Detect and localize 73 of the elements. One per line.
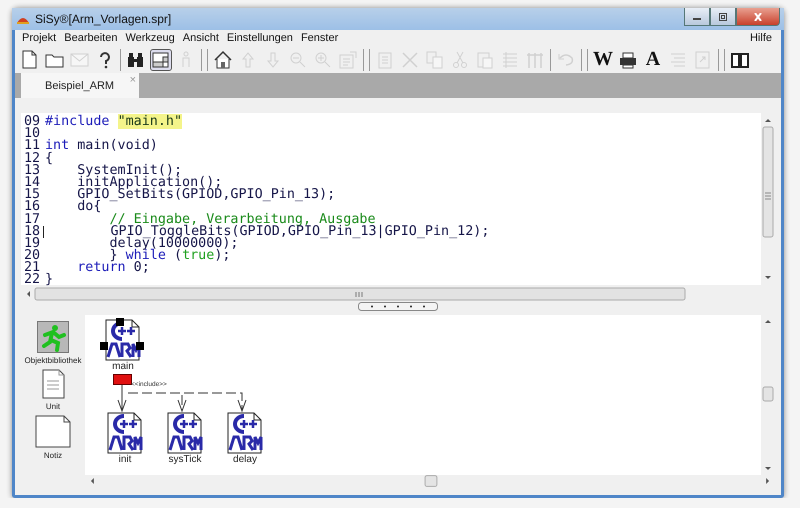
port-marker[interactable] (113, 374, 132, 385)
toolbar-button[interactable] (150, 48, 172, 70)
line-number: 14 (23, 176, 42, 190)
code-line: SystemInit(); (76, 164, 182, 177)
cpp-file-icon[interactable] (227, 412, 263, 454)
menu-item[interactable]: Projekt (19, 32, 62, 44)
window-title: SiSy®[Arm_Vorlagen.spr] (35, 12, 172, 26)
maximize-button[interactable] (710, 8, 736, 26)
toolbar-button[interactable] (212, 48, 234, 70)
printer-icon (618, 50, 638, 70)
menu-item[interactable]: Bearbeiten (61, 32, 122, 44)
toolbar-button[interactable]: A (642, 48, 664, 70)
menu-item[interactable]: Fenster (298, 32, 344, 44)
code-line: GPIO_ToggleBits(GPIOD,GPIO_Pin_13|GPIO_Pin_12); (109, 226, 490, 238)
house-icon (213, 50, 233, 70)
close-icon (753, 12, 763, 20)
line-number: 15 (23, 189, 42, 202)
toolbar-button[interactable]: W (592, 48, 614, 70)
node-label[interactable]: init (118, 454, 132, 466)
properties-icon (338, 50, 358, 70)
line-number: 16 (23, 201, 42, 214)
code-line: } while (true); (109, 250, 230, 262)
line-number: 10 (23, 128, 42, 140)
palette-label[interactable]: Unit (46, 402, 60, 411)
list-icon (500, 50, 520, 70)
menu-item[interactable]: Werkzeug (122, 32, 180, 44)
palette-label[interactable]: Objektbibliothek (24, 356, 82, 365)
line-number: 20 (23, 250, 42, 262)
splitter-handle[interactable] (358, 302, 438, 311)
minimize-button[interactable] (684, 8, 710, 26)
window-layout-icon (151, 50, 171, 70)
code-line: GPIO_SetBits(GPIOD,GPIO_Pin_13); (76, 189, 336, 202)
line-number: 18 (23, 226, 42, 238)
code-line: do{ (76, 201, 102, 214)
line-number: 17 (23, 214, 42, 226)
code-editor[interactable] (21, 113, 775, 285)
copy-icon (425, 50, 445, 70)
menu-item[interactable]: Ansicht (180, 32, 224, 44)
node-label[interactable]: sysTick (168, 454, 202, 466)
menu-item[interactable]: Einstellungen (224, 32, 298, 44)
code-line: #include "main.h" (45, 116, 182, 128)
line-number: 13 (23, 164, 42, 177)
cpp-file-icon[interactable] (107, 412, 143, 454)
tab-label[interactable]: Beispiel_ARM (21, 80, 114, 92)
close-button[interactable] (736, 8, 780, 26)
document-tab[interactable]: Beispiel_ARM × (21, 73, 139, 98)
code-line: { (45, 152, 54, 165)
paste-icon (475, 50, 495, 70)
node-label[interactable]: main (112, 361, 134, 373)
line-number: 09 (23, 116, 42, 128)
unit-document-icon[interactable] (42, 369, 64, 399)
line-number: 21 (23, 262, 42, 274)
zoom-in-icon (313, 50, 333, 70)
code-line: delay(10000000); (108, 238, 238, 250)
code-line: return 0; (76, 262, 150, 274)
line-number: 19 (23, 238, 42, 250)
code-line: int main(void) (45, 140, 158, 153)
line-number: 12 (23, 152, 42, 165)
code-line: // Eingabe, Verarbeitung, Ausgabe (108, 214, 376, 226)
code-line: } (45, 274, 54, 287)
menu-item[interactable]: Hilfe (746, 32, 777, 44)
code-line: initApplication(); (76, 176, 222, 190)
dependency-arrow[interactable] (128, 392, 246, 412)
line-number: 11 (23, 140, 42, 153)
line-number: 22 (23, 274, 42, 287)
palette-label[interactable]: Notiz (44, 451, 62, 460)
zoom-out-icon (288, 50, 308, 70)
x-mark-icon (400, 50, 420, 70)
cpp-file-icon[interactable] (167, 412, 203, 454)
scissors-icon (450, 50, 470, 70)
note-icon[interactable] (35, 415, 71, 448)
maximize-icon (718, 12, 728, 20)
node-label[interactable]: delay (233, 454, 257, 466)
